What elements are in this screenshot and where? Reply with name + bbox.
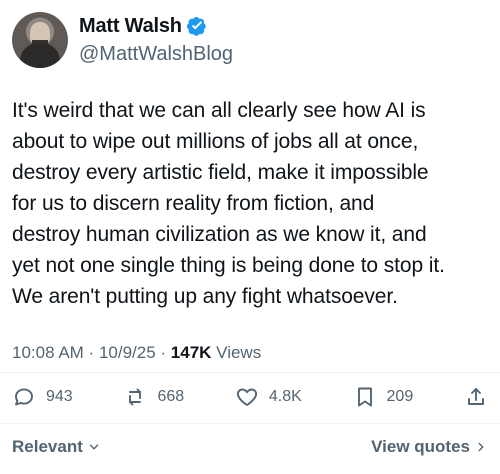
- repost-icon: [129, 388, 142, 406]
- tweet-header: Matt Walsh @MattWalshBlog: [12, 8, 488, 72]
- tweet-time[interactable]: 10:08 AM: [12, 343, 84, 362]
- reply-button[interactable]: 943: [12, 381, 73, 413]
- heart-icon: [236, 388, 257, 406]
- share-icon: [468, 388, 484, 405]
- repost-button[interactable]: 668: [123, 381, 184, 413]
- relevant-label: Relevant: [12, 437, 83, 456]
- chevron-right-icon: [478, 442, 484, 452]
- tweet-footer: Relevant View quotes: [12, 435, 488, 459]
- author-info: Matt Walsh @MattWalshBlog: [79, 12, 233, 68]
- author-handle[interactable]: @MattWalshBlog: [79, 43, 233, 65]
- divider: [0, 372, 500, 373]
- like-count: 4.8K: [268, 388, 302, 405]
- bookmark-icon: [357, 387, 372, 407]
- avatar[interactable]: [12, 12, 68, 68]
- meta-separator: ·: [155, 343, 171, 362]
- reply-count: 943: [46, 388, 73, 405]
- reply-icon: [15, 388, 33, 406]
- author-display-name[interactable]: Matt Walsh: [79, 15, 182, 37]
- share-button[interactable]: [464, 381, 488, 413]
- views-label: Views: [216, 343, 262, 362]
- chevron-down-icon: [89, 444, 99, 450]
- tweet-actions: 943 668 4.8K 209: [12, 381, 488, 413]
- avatar-detail: [32, 40, 48, 50]
- repost-count: 668: [157, 388, 185, 405]
- view-quotes-label: View quotes: [371, 437, 470, 456]
- bookmark-button[interactable]: 209: [353, 381, 414, 413]
- bookmark-count: 209: [386, 388, 414, 405]
- verified-badge-icon: [186, 17, 206, 36]
- view-quotes-link[interactable]: View quotes: [371, 437, 488, 457]
- like-button[interactable]: 4.8K: [235, 381, 302, 413]
- tweet-meta: 10:08 AM · 10/9/25 · 147K Views: [12, 343, 261, 363]
- relevant-dropdown[interactable]: Relevant: [12, 437, 101, 457]
- author-name-row: Matt Walsh: [79, 15, 233, 37]
- meta-separator: ·: [83, 343, 99, 362]
- tweet-date[interactable]: 10/9/25: [99, 343, 156, 362]
- views-count[interactable]: 147K: [171, 343, 212, 362]
- divider: [0, 423, 500, 424]
- tweet-text: It's weird that we can all clearly see h…: [12, 99, 445, 308]
